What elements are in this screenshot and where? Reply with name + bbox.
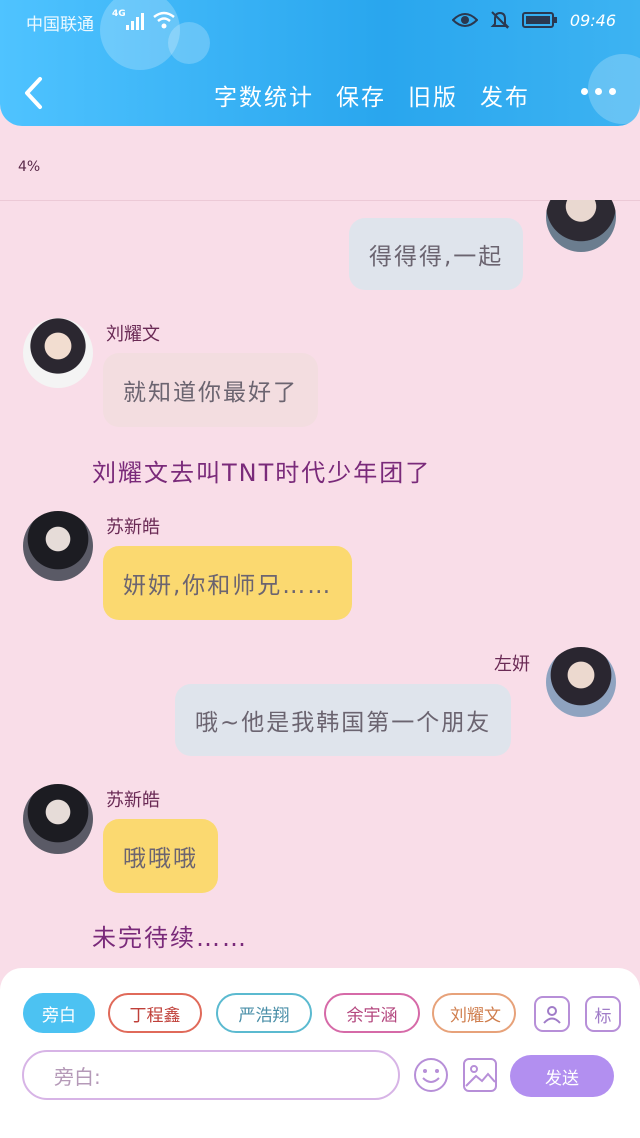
message-bubble[interactable]: 哦哦哦 bbox=[103, 819, 218, 893]
message-bubble[interactable]: 妍妍,你和师兄…… bbox=[103, 546, 353, 620]
add-role-button[interactable] bbox=[534, 996, 570, 1032]
role-chip-narrator[interactable]: 旁白 bbox=[23, 993, 95, 1033]
back-arrow-icon[interactable] bbox=[22, 76, 44, 110]
role-chip[interactable]: 严浩翔 bbox=[216, 993, 312, 1033]
avatar[interactable] bbox=[23, 511, 93, 581]
avatar[interactable] bbox=[23, 318, 93, 388]
avatar[interactable] bbox=[546, 200, 616, 252]
progress-percent: 4% bbox=[18, 159, 41, 175]
message-bubble[interactable]: 就知道你最好了 bbox=[103, 353, 318, 427]
eye-icon bbox=[451, 13, 478, 27]
message-input[interactable]: 旁白: bbox=[22, 1050, 400, 1100]
person-icon bbox=[543, 1006, 561, 1024]
signal-icon bbox=[126, 12, 148, 30]
avatar[interactable] bbox=[546, 647, 616, 717]
app-header: 中国联通 4G 09:46 字数统计 保存 旧版 发布 bbox=[0, 0, 640, 126]
header-actions: 字数统计 保存 旧版 发布 bbox=[214, 78, 530, 112]
more-menu-icon[interactable] bbox=[581, 88, 616, 95]
emoji-icon[interactable] bbox=[413, 1057, 449, 1093]
network-type: 4G bbox=[112, 9, 126, 19]
message-bubble[interactable]: 哦~他是我韩国第一个朋友 bbox=[175, 684, 512, 756]
carrier-name: 中国联通 bbox=[26, 15, 94, 35]
speaker-name: 苏新皓 bbox=[106, 517, 160, 538]
save-button[interactable]: 保存 bbox=[336, 78, 386, 112]
role-chip[interactable]: 刘耀文 bbox=[432, 993, 516, 1033]
narration-text[interactable]: 未完待续…… bbox=[92, 918, 248, 953]
publish-button[interactable]: 发布 bbox=[480, 78, 530, 112]
speaker-name: 苏新皓 bbox=[106, 790, 160, 811]
mute-bell-icon bbox=[490, 11, 510, 29]
role-chip[interactable]: 余宇涵 bbox=[324, 993, 420, 1033]
role-chip[interactable]: 丁程鑫 bbox=[108, 993, 202, 1033]
chat-area[interactable]: 得得得,一起 刘耀文 就知道你最好了 刘耀文去叫TNT时代少年团了 苏新皓 妍妍… bbox=[0, 200, 640, 970]
wifi-icon bbox=[153, 11, 175, 29]
progress-row: 4% bbox=[0, 126, 640, 201]
avatar[interactable] bbox=[23, 784, 93, 854]
tag-button[interactable]: 标 bbox=[585, 996, 621, 1032]
image-icon[interactable] bbox=[462, 1057, 498, 1093]
narration-text[interactable]: 刘耀文去叫TNT时代少年团了 bbox=[92, 453, 431, 488]
send-button[interactable]: 发送 bbox=[510, 1055, 614, 1097]
word-count-button[interactable]: 字数统计 bbox=[214, 78, 314, 112]
speaker-name: 刘耀文 bbox=[106, 324, 160, 345]
speaker-name: 左妍 bbox=[494, 654, 530, 675]
clock-time: 09:46 bbox=[569, 10, 616, 30]
battery-icon bbox=[521, 12, 557, 28]
old-version-button[interactable]: 旧版 bbox=[408, 78, 458, 112]
status-right: 09:46 bbox=[451, 10, 616, 30]
message-bubble[interactable]: 得得得,一起 bbox=[349, 218, 524, 290]
